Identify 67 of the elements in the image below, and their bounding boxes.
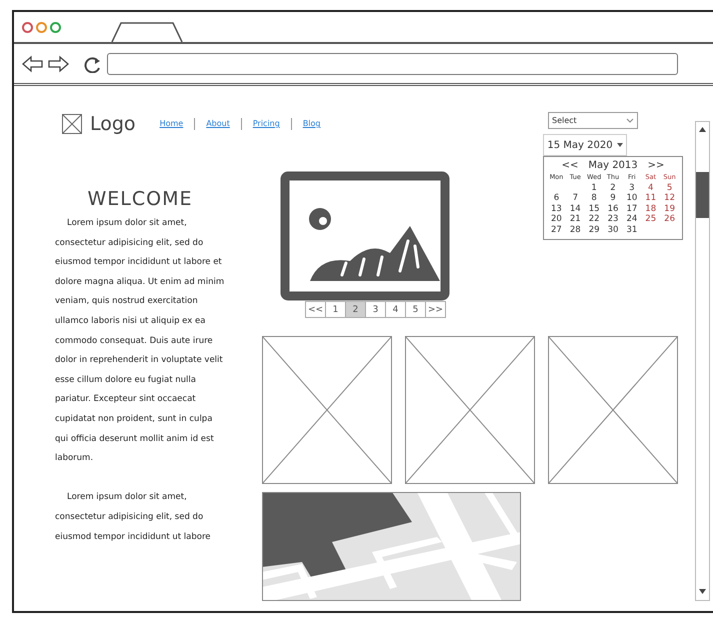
calendar-day[interactable]: 29: [584, 224, 604, 235]
window-dot[interactable]: [36, 22, 47, 32]
previous-month-button[interactable]: <<: [560, 160, 580, 171]
body-paragraph: Lorem ipsum dolor sit amet, consectetur adipisicing elit, sed do eiusmod tempor incididunt ut labore: [55, 491, 212, 544]
nav-link[interactable]: Pricing: [240, 118, 291, 130]
welcome-heading: WELCOME: [86, 188, 194, 210]
calendar-day[interactable]: 18: [641, 204, 660, 214]
nav-link[interactable]: About: [194, 118, 241, 130]
chevron-icon: [626, 118, 634, 123]
calendar-day[interactable]: 26: [660, 214, 679, 224]
calendar-day[interactable]: 22: [584, 214, 604, 224]
page-button[interactable]: 4: [385, 301, 406, 318]
date-field[interactable]: 15 May 2020: [543, 134, 627, 156]
caret-icon: [616, 143, 623, 147]
calendar-day[interactable]: 13: [547, 204, 566, 214]
page-button[interactable]: 1: [325, 301, 346, 318]
calendar-day[interactable]: 19: [660, 204, 679, 214]
window-dot[interactable]: [50, 22, 61, 32]
logo-placeholder-icon: [62, 114, 82, 134]
page-button[interactable]: <<: [305, 301, 326, 318]
calendar-day[interactable]: 4: [641, 182, 660, 193]
body-paragraph: Lorem ipsum dolor sit amet, consectetur adipisicing elit, sed do eiusmod tempor incididunt ut labore et dolore magna aliqua. Ut enim ad minim veniam, quis nostrud exercitation ullamco laboris nisi ut aliquip ex ea commodo consequat. Duis aute irure dolor in reprehenderit in voluptate velit esse cillum dolore eu fugiat nulla pariatur. Excepteur sint occaecat cupidatat non proident, sunt in culpa qui officia deserunt mollit anim id est laborum.: [55, 217, 225, 466]
calendar-day[interactable]: 2: [604, 182, 622, 193]
calendar-day[interactable]: 10: [622, 193, 642, 204]
forward-arrow-icon[interactable]: [47, 54, 69, 72]
calendar-day[interactable]: 17: [622, 204, 642, 214]
next-month-button[interactable]: >>: [646, 160, 666, 171]
calendar-day[interactable]: 20: [547, 214, 566, 224]
logo-text: Logo: [90, 113, 136, 135]
calendar-month: May 2013: [587, 160, 639, 171]
calendar-day[interactable]: 5: [660, 182, 679, 193]
scroll-down-icon[interactable]: [699, 589, 706, 594]
calendar-day[interactable]: 25: [641, 214, 660, 224]
calendar-day[interactable]: 15: [584, 204, 604, 214]
nav-link[interactable]: Home: [160, 118, 194, 130]
calendar-day[interactable]: 27: [547, 224, 566, 235]
calendar-day[interactable]: 28: [566, 224, 585, 235]
calendar-day[interactable]: 6: [547, 193, 566, 204]
calendar-day[interactable]: 3: [622, 182, 642, 193]
calendar-day[interactable]: 14: [566, 204, 585, 214]
calendar-day[interactable]: 31: [622, 224, 642, 235]
calendar-day[interactable]: 11: [641, 193, 660, 204]
calendar-day[interactable]: 21: [566, 214, 585, 224]
page-button[interactable]: >>: [425, 301, 446, 318]
calendar-day[interactable]: 1: [584, 182, 604, 193]
calendar-day[interactable]: 12: [660, 193, 679, 204]
scroll-thumb[interactable]: [696, 172, 709, 218]
back-arrow-icon[interactable]: [22, 54, 44, 72]
nav-link[interactable]: Blog: [290, 118, 332, 130]
page-button[interactable]: 5: [405, 301, 426, 318]
calendar-day[interactable]: 8: [584, 193, 604, 204]
calendar-day[interactable]: 9: [604, 193, 622, 204]
calendar-day[interactable]: 24: [622, 214, 642, 224]
browser-tab[interactable]: [111, 22, 183, 42]
image-icon: [280, 171, 450, 301]
calendar-day[interactable]: 7: [566, 193, 585, 204]
page-button[interactable]: 2: [345, 301, 366, 318]
refresh-icon[interactable]: [83, 54, 101, 72]
scroll-up-icon[interactable]: [699, 127, 706, 132]
window-dot[interactable]: [22, 22, 33, 32]
select-dropdown[interactable]: Select: [548, 112, 638, 129]
page-button[interactable]: 3: [365, 301, 386, 318]
calendar-day[interactable]: 23: [604, 214, 622, 224]
scrollbar[interactable]: [695, 121, 710, 601]
address-field[interactable]: [107, 52, 678, 74]
calendar-day[interactable]: 30: [604, 224, 622, 235]
calendar-day[interactable]: 16: [604, 204, 622, 214]
